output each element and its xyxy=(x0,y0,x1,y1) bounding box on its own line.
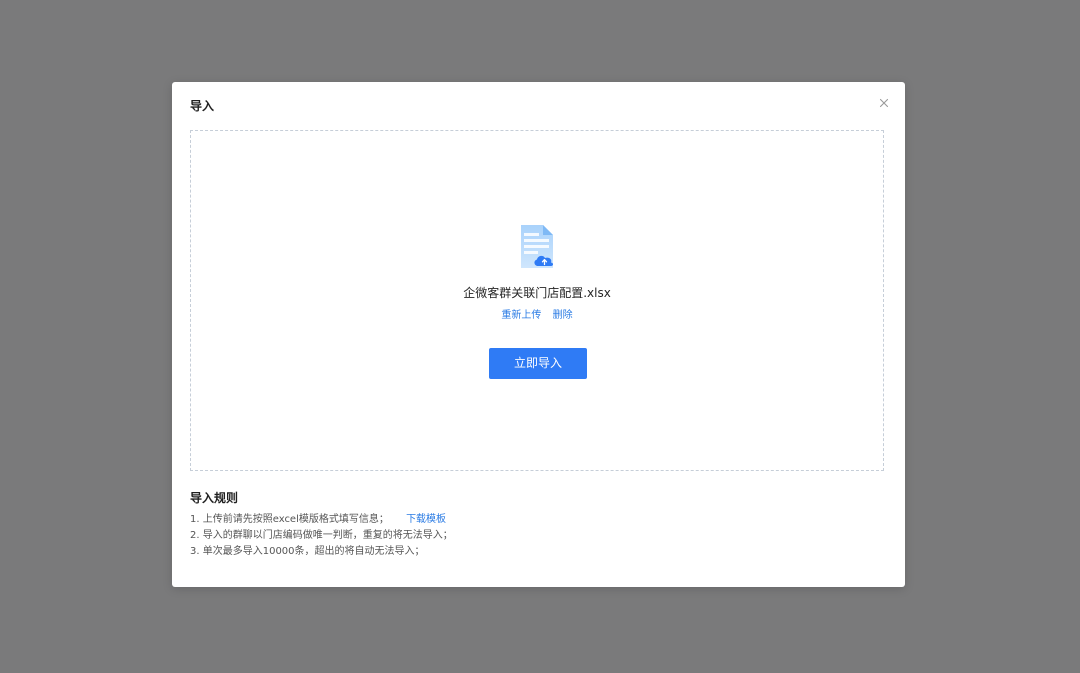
uploaded-file-name: 企微客群关联门店配置.xlsx xyxy=(463,286,611,300)
rule-item-text: 1. 上传前请先按照excel模版格式填写信息； xyxy=(190,514,389,525)
download-template-link[interactable]: 下载模板 xyxy=(406,514,446,525)
file-actions: 重新上传 删除 xyxy=(191,310,883,322)
close-icon[interactable] xyxy=(877,96,891,110)
rules-title: 导入规则 xyxy=(190,491,239,505)
excel-file-upload-icon xyxy=(519,224,557,270)
rules-list: 1. 上传前请先按照excel模版格式填写信息； 下载模板 2. 导入的群聊以门… xyxy=(190,514,453,562)
rule-item-text: 2. 导入的群聊以门店编码做唯一判断，重复的将无法导入； xyxy=(190,530,453,541)
upload-dropzone[interactable]: 企微客群关联门店配置.xlsx 重新上传 删除 立即导入 xyxy=(190,130,884,471)
reupload-link[interactable]: 重新上传 xyxy=(501,310,541,321)
rule-item-text: 3. 单次最多导入10000条，超出的将自动无法导入； xyxy=(190,546,425,557)
delete-link[interactable]: 删除 xyxy=(553,310,573,321)
rule-item: 2. 导入的群聊以门店编码做唯一判断，重复的将无法导入； xyxy=(190,530,453,542)
rule-item: 1. 上传前请先按照excel模版格式填写信息； 下载模板 xyxy=(190,514,453,526)
import-dialog: 导入 企微客群关联门店配置.xlsx 重新上传 删除 立即导入 导入规则 1. … xyxy=(172,82,905,587)
rule-item: 3. 单次最多导入10000条，超出的将自动无法导入； xyxy=(190,546,453,558)
import-now-button[interactable]: 立即导入 xyxy=(489,348,587,379)
dialog-title: 导入 xyxy=(190,99,215,113)
